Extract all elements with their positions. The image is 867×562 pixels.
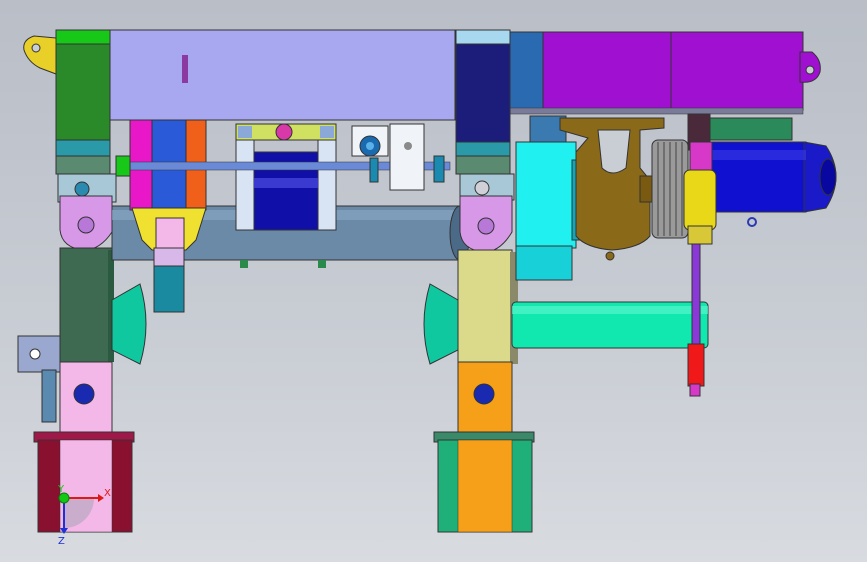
beam-blue-section — [509, 31, 546, 111]
actuator-collar — [687, 225, 713, 245]
right-pivot-pin — [474, 180, 490, 196]
actuator-top — [689, 141, 713, 173]
center-top-block-right — [320, 126, 334, 138]
left-post-mid — [55, 155, 111, 175]
x-axis-label: X — [104, 488, 111, 499]
assembly-drawing[interactable]: X Y Z — [0, 0, 867, 562]
cyan-motor — [515, 141, 577, 249]
top-beam — [107, 29, 456, 121]
shaft-coupler-left — [115, 155, 131, 177]
right-base-orange-overlay — [457, 439, 513, 533]
center-top-block-left — [238, 126, 252, 138]
magenta-housing — [542, 31, 804, 111]
coupler-cyan-2 — [433, 155, 445, 183]
cad-viewport[interactable]: X Y Z — [0, 0, 867, 562]
blue-motor-endcap — [819, 158, 837, 196]
hanging-cylinder — [153, 265, 185, 313]
magenta-lower-rail — [509, 107, 804, 115]
small-gear-hub — [366, 142, 374, 150]
actuator-rod — [691, 243, 701, 345]
beam-slot — [182, 55, 188, 83]
center-drum-band — [254, 178, 318, 188]
right-leg-yellow — [457, 249, 513, 365]
left-bracket-pin — [29, 348, 41, 360]
left-leg-hole — [73, 383, 95, 405]
white-bracket-pin — [404, 142, 412, 150]
left-post-cap — [55, 29, 111, 45]
right-lug-hole — [805, 65, 815, 75]
olive-bolt — [605, 251, 615, 261]
hanging-cylinder-top — [153, 247, 185, 269]
y-axis-label: Y — [57, 484, 65, 495]
cylinder-foot-2 — [318, 260, 326, 268]
left-leg-upper — [59, 247, 113, 364]
left-post-band — [55, 139, 111, 159]
cyan-motor-base — [515, 245, 573, 281]
left-post-upper — [55, 29, 111, 146]
left-pivot-hole — [77, 216, 95, 234]
left-lug-hole — [31, 43, 41, 53]
right-leg-hole — [473, 383, 495, 405]
center-frame-left — [235, 139, 255, 231]
right-post-mid — [455, 155, 511, 175]
right-pivot-hole — [477, 217, 495, 235]
actuator-foot — [689, 383, 701, 397]
left-pivot-pin — [74, 181, 90, 197]
z-axis-label: Z — [58, 536, 65, 547]
teal-shaft-highlight — [512, 306, 708, 314]
center-top-gear — [275, 123, 293, 141]
white-bracket — [389, 123, 425, 191]
actuator-yellow — [683, 169, 717, 231]
cylinder-foot-1 — [240, 260, 248, 268]
olive-gearbox-recess — [597, 129, 631, 174]
left-lifting-lug — [23, 35, 57, 75]
coupler-cyan-1 — [369, 157, 379, 183]
center-frame-right — [317, 139, 337, 231]
left-cone — [111, 283, 147, 365]
right-post-upper — [455, 43, 511, 145]
right-cone — [423, 283, 459, 365]
actuator-lower-block — [687, 343, 705, 387]
blue-motor-highlight — [712, 150, 806, 160]
left-bracket-strip — [41, 369, 57, 423]
hopper-inner — [155, 217, 185, 249]
motor-hook — [747, 217, 757, 227]
green-top-bar — [709, 117, 793, 141]
